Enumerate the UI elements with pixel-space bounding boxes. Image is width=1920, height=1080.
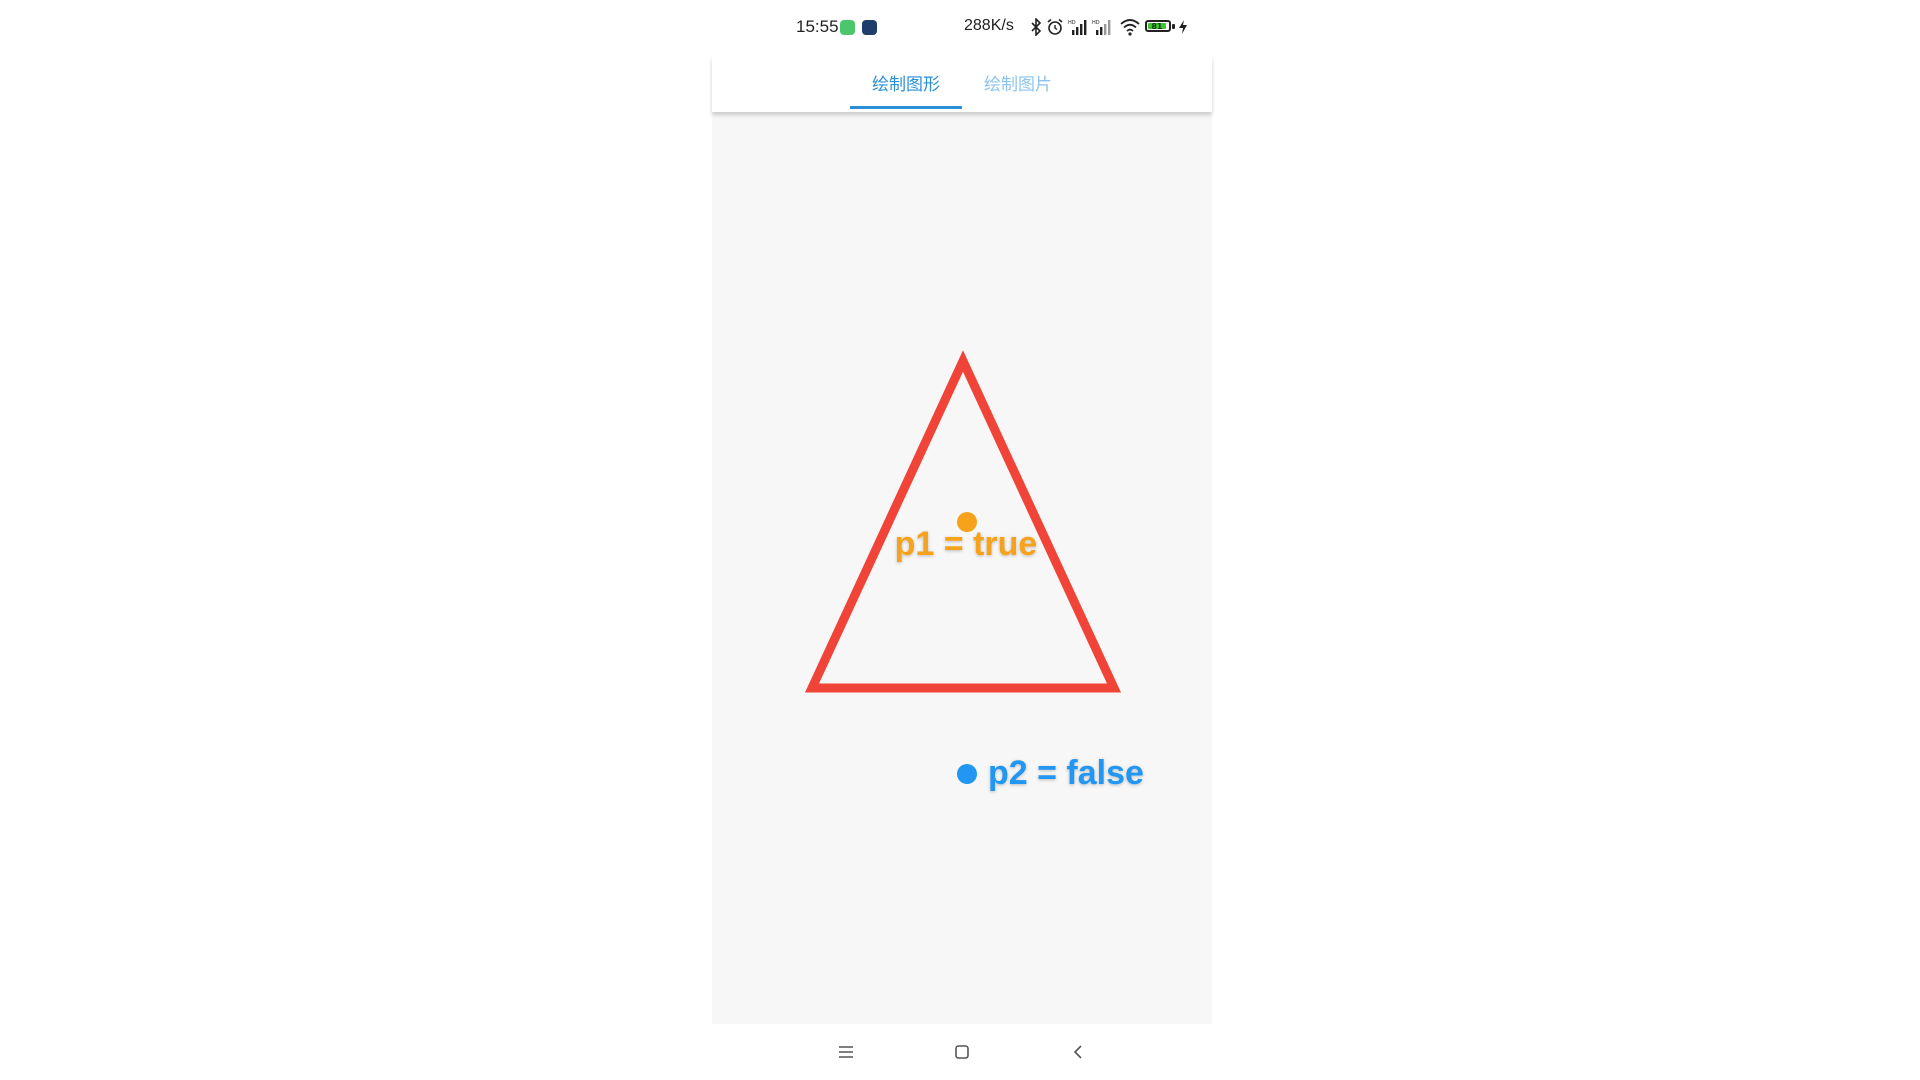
- phone-screen: 15:55 288K/s HD HD 81 绘制图形 绘制图片 p1 = tru…: [712, 0, 1212, 1080]
- app-notification-icon: [840, 20, 855, 35]
- system-nav-bar: [712, 1024, 1212, 1080]
- tab-draw-images[interactable]: 绘制图片: [962, 56, 1074, 108]
- signal-hd-icon: HD: [1068, 17, 1088, 37]
- status-bar: 15:55 288K/s HD HD 81: [712, 0, 1212, 56]
- drawing-canvas[interactable]: p1 = true p2 = false: [712, 112, 1212, 1024]
- signal-hd-icon: HD: [1092, 17, 1112, 37]
- battery-level: 81: [1148, 22, 1166, 31]
- svg-text:HD: HD: [1092, 20, 1100, 26]
- status-time: 15:55: [796, 17, 839, 36]
- bluetooth-icon: [1030, 17, 1042, 37]
- battery-icon: 81: [1145, 20, 1171, 32]
- tab-bar: 绘制图形 绘制图片: [712, 56, 1212, 112]
- alarm-icon: [1046, 17, 1064, 37]
- tab-indicator: [850, 106, 962, 109]
- menu-icon[interactable]: [826, 1036, 866, 1068]
- battery-tip: [1172, 24, 1175, 29]
- canvas-drawing: p1 = true p2 = false: [804, 350, 1144, 792]
- back-icon[interactable]: [1058, 1036, 1098, 1068]
- tab-draw-shapes[interactable]: 绘制图形: [850, 56, 962, 108]
- point-p1-label: p1 = true: [895, 525, 1038, 563]
- charging-icon: [1178, 17, 1188, 37]
- point-p2-marker: [957, 764, 977, 784]
- svg-text:HD: HD: [1068, 20, 1076, 26]
- app-notification-icon: [862, 20, 877, 35]
- network-speed: 288K/s: [964, 17, 1014, 34]
- home-icon[interactable]: [942, 1036, 982, 1068]
- wifi-icon: [1120, 17, 1140, 37]
- point-p2-label: p2 = false: [988, 754, 1144, 792]
